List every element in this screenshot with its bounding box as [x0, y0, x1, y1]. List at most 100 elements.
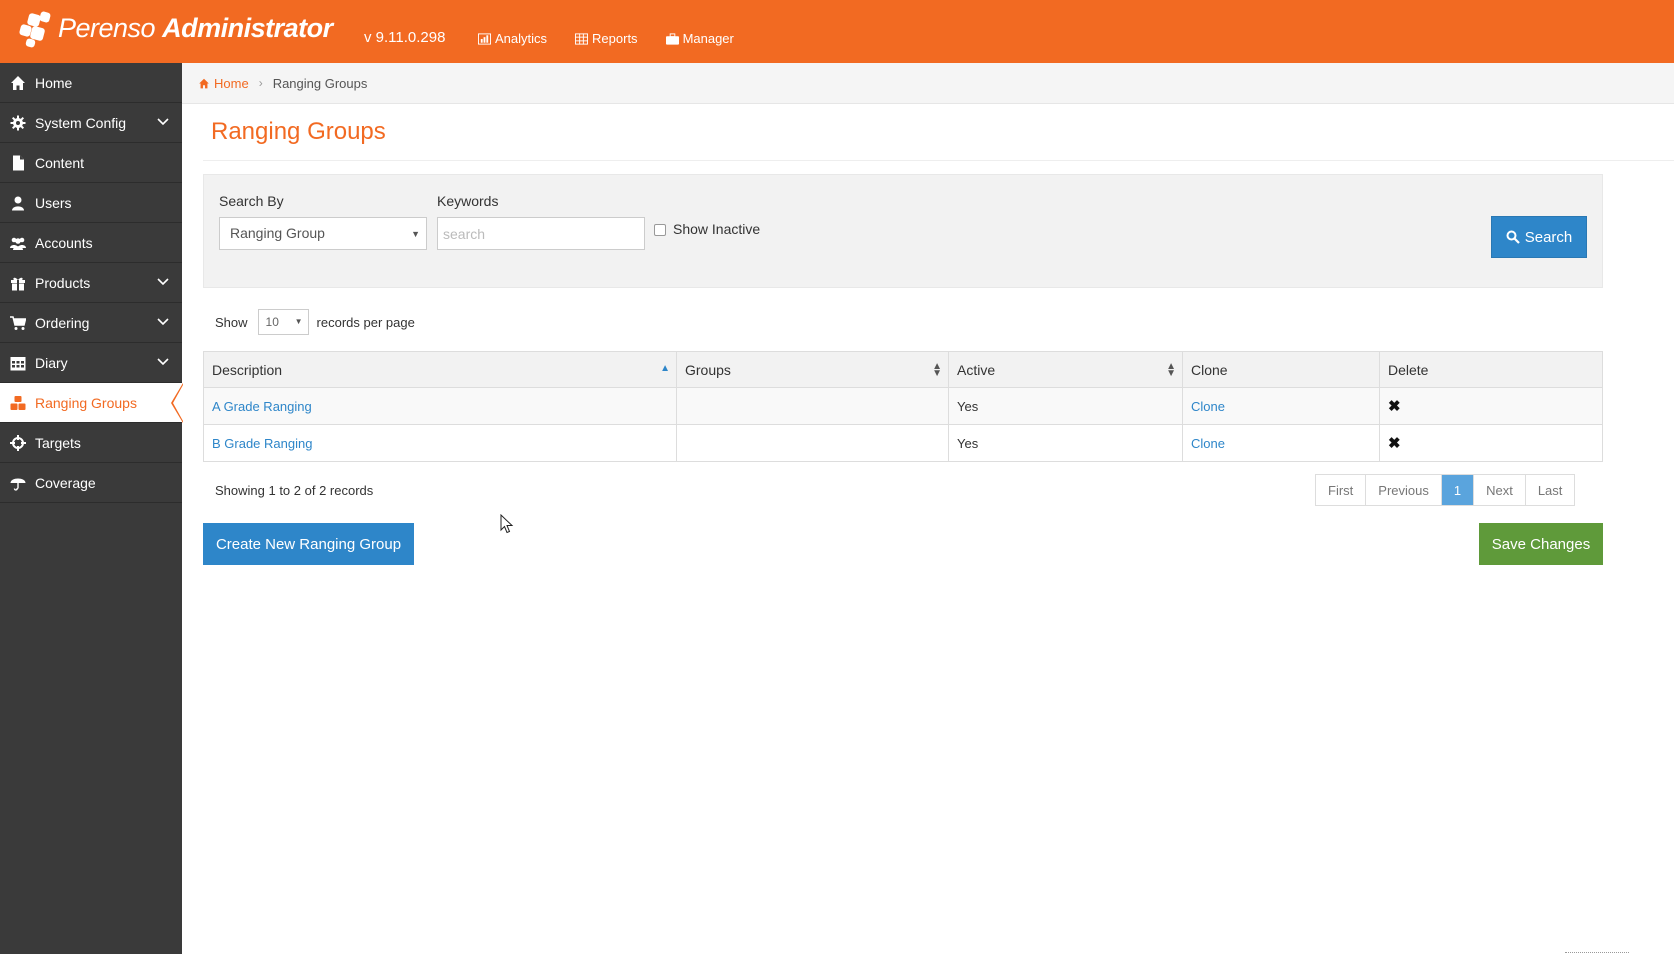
- chevron-down-icon: [157, 278, 169, 286]
- sort-icon: ▲ ▼: [1166, 361, 1176, 379]
- show-inactive-checkbox[interactable]: [654, 224, 666, 236]
- clone-link[interactable]: Clone: [1191, 436, 1225, 451]
- sidebar-item-accounts[interactable]: Accounts: [0, 223, 182, 263]
- table-icon: [575, 32, 589, 45]
- records-per-page-select[interactable]: 10 ▼: [257, 309, 309, 335]
- search-by-value: Ranging Group: [230, 225, 325, 241]
- top-bar: Perenso Administrator v 9.11.0.298 Analy…: [0, 0, 1674, 63]
- breadcrumb: Home › Ranging Groups: [182, 63, 1674, 104]
- cell-clone: Clone: [1182, 387, 1380, 425]
- delete-icon[interactable]: ✖: [1388, 435, 1401, 452]
- calendar-icon: [0, 355, 35, 371]
- sidebar-item-system-config[interactable]: System Config: [0, 103, 182, 143]
- nav-analytics[interactable]: Analytics: [478, 31, 547, 46]
- nav-reports[interactable]: Reports: [575, 31, 638, 46]
- clone-link[interactable]: Clone: [1191, 399, 1225, 414]
- mouse-cursor-icon: [500, 514, 514, 534]
- description-link[interactable]: B Grade Ranging: [212, 436, 312, 451]
- briefcase-icon: [665, 32, 679, 45]
- nav-manager-label: Manager: [682, 31, 734, 46]
- records-per-page-suffix: records per page: [316, 314, 415, 330]
- sidebar-item-label: System Config: [35, 114, 127, 131]
- column-header-description[interactable]: Description ▲: [203, 351, 677, 388]
- caret-down-icon: ▼: [411, 229, 420, 239]
- cell-clone: Clone: [1182, 424, 1380, 462]
- chevron-down-icon: [157, 318, 169, 326]
- crosshairs-icon: [0, 434, 35, 451]
- sidebar-item-ordering[interactable]: Ordering: [0, 303, 182, 343]
- chevron-down-icon: [157, 358, 169, 366]
- brand-name: Perenso Administrator: [58, 13, 333, 44]
- sidebar-item-label: Content: [35, 154, 85, 171]
- user-icon: [0, 195, 35, 211]
- breadcrumb-home-label: Home: [214, 75, 249, 91]
- title-divider: [203, 160, 1674, 161]
- records-per-page-value: 10: [265, 315, 279, 329]
- show-inactive-label: Show Inactive: [673, 221, 761, 237]
- sidebar-item-home[interactable]: Home: [0, 63, 182, 103]
- cell-delete: ✖: [1379, 387, 1603, 425]
- pager-next-button[interactable]: Next: [1473, 475, 1525, 505]
- sidebar-item-label: Coverage: [35, 474, 96, 491]
- breadcrumb-home-link[interactable]: Home: [198, 76, 249, 91]
- page-title: Ranging Groups: [211, 118, 386, 145]
- sidebar-item-content[interactable]: Content: [0, 143, 182, 183]
- sidebar-item-coverage[interactable]: Coverage: [0, 463, 182, 503]
- column-header-clone: Clone: [1182, 351, 1380, 388]
- brand-logo[interactable]: Perenso Administrator: [18, 8, 333, 49]
- document-icon: [0, 155, 35, 171]
- pager-page-1-button[interactable]: 1: [1440, 475, 1474, 505]
- version-label: v 9.11.0.298: [364, 29, 446, 46]
- ranging-groups-table: Description ▲ Groups ▲ ▼ Active ▲ ▼ Clone Del…: [203, 351, 1603, 462]
- column-label: Delete: [1388, 361, 1429, 378]
- description-link[interactable]: A Grade Ranging: [212, 399, 312, 414]
- breadcrumb-separator-icon: ›: [258, 76, 263, 90]
- save-changes-button[interactable]: Save Changes: [1479, 523, 1603, 565]
- sidebar-item-products[interactable]: Products: [0, 263, 182, 303]
- sidebar-item-label: Diary: [35, 354, 68, 371]
- sidebar-item-ranging-groups[interactable]: Ranging Groups: [0, 383, 183, 423]
- pager-last-button[interactable]: Last: [1524, 475, 1575, 505]
- sidebar: Home System Config Content Users Account…: [0, 63, 183, 954]
- search-button-label: Search: [1524, 228, 1573, 246]
- sidebar-item-label: Users: [35, 194, 72, 211]
- table-row: A Grade Ranging Yes Clone ✖: [203, 387, 1603, 425]
- column-label: Groups: [685, 361, 731, 378]
- search-by-select[interactable]: Ranging Group ▼: [219, 217, 427, 250]
- gear-icon: [0, 115, 35, 131]
- nav-reports-label: Reports: [592, 31, 638, 46]
- create-new-ranging-group-button[interactable]: Create New Ranging Group: [203, 523, 414, 565]
- search-button[interactable]: Search: [1491, 216, 1587, 258]
- status-divider: [1565, 952, 1629, 953]
- cell-groups: [676, 424, 949, 462]
- sidebar-item-label: Products: [35, 274, 91, 291]
- pager-first-button[interactable]: First: [1316, 475, 1366, 505]
- cubes-icon: [0, 395, 35, 411]
- keywords-input[interactable]: [437, 217, 645, 250]
- column-header-active[interactable]: Active ▲ ▼: [948, 351, 1183, 388]
- records-summary: Showing 1 to 2 of 2 records: [215, 483, 374, 498]
- cell-groups: [676, 387, 949, 425]
- sidebar-item-users[interactable]: Users: [0, 183, 182, 223]
- cell-delete: ✖: [1379, 424, 1603, 462]
- sidebar-item-targets[interactable]: Targets: [0, 423, 182, 463]
- records-per-page-control: Show 10 ▼ records per page: [215, 309, 415, 335]
- gift-icon: [0, 275, 35, 291]
- sidebar-item-diary[interactable]: Diary: [0, 343, 182, 383]
- caret-down-icon: ▼: [294, 317, 303, 326]
- column-label: Description: [212, 361, 283, 378]
- home-icon: [199, 78, 209, 88]
- cart-icon: [0, 315, 35, 331]
- nav-manager[interactable]: Manager: [665, 31, 734, 46]
- column-label: Clone: [1191, 361, 1228, 378]
- column-header-groups[interactable]: Groups ▲ ▼: [676, 351, 949, 388]
- pager-previous-button[interactable]: Previous: [1365, 475, 1441, 505]
- table-row: B Grade Ranging Yes Clone ✖: [203, 424, 1603, 462]
- show-label: Show: [215, 314, 248, 330]
- delete-icon[interactable]: ✖: [1388, 398, 1401, 415]
- breadcrumb-current: Ranging Groups: [272, 75, 368, 91]
- sidebar-item-label: Ordering: [35, 314, 90, 331]
- table-header-row: Description ▲ Groups ▲ ▼ Active ▲ ▼ Clone Del…: [203, 351, 1603, 388]
- cell-description: B Grade Ranging: [203, 424, 677, 462]
- search-panel: Search By Ranging Group ▼ Keywords Show …: [203, 174, 1603, 288]
